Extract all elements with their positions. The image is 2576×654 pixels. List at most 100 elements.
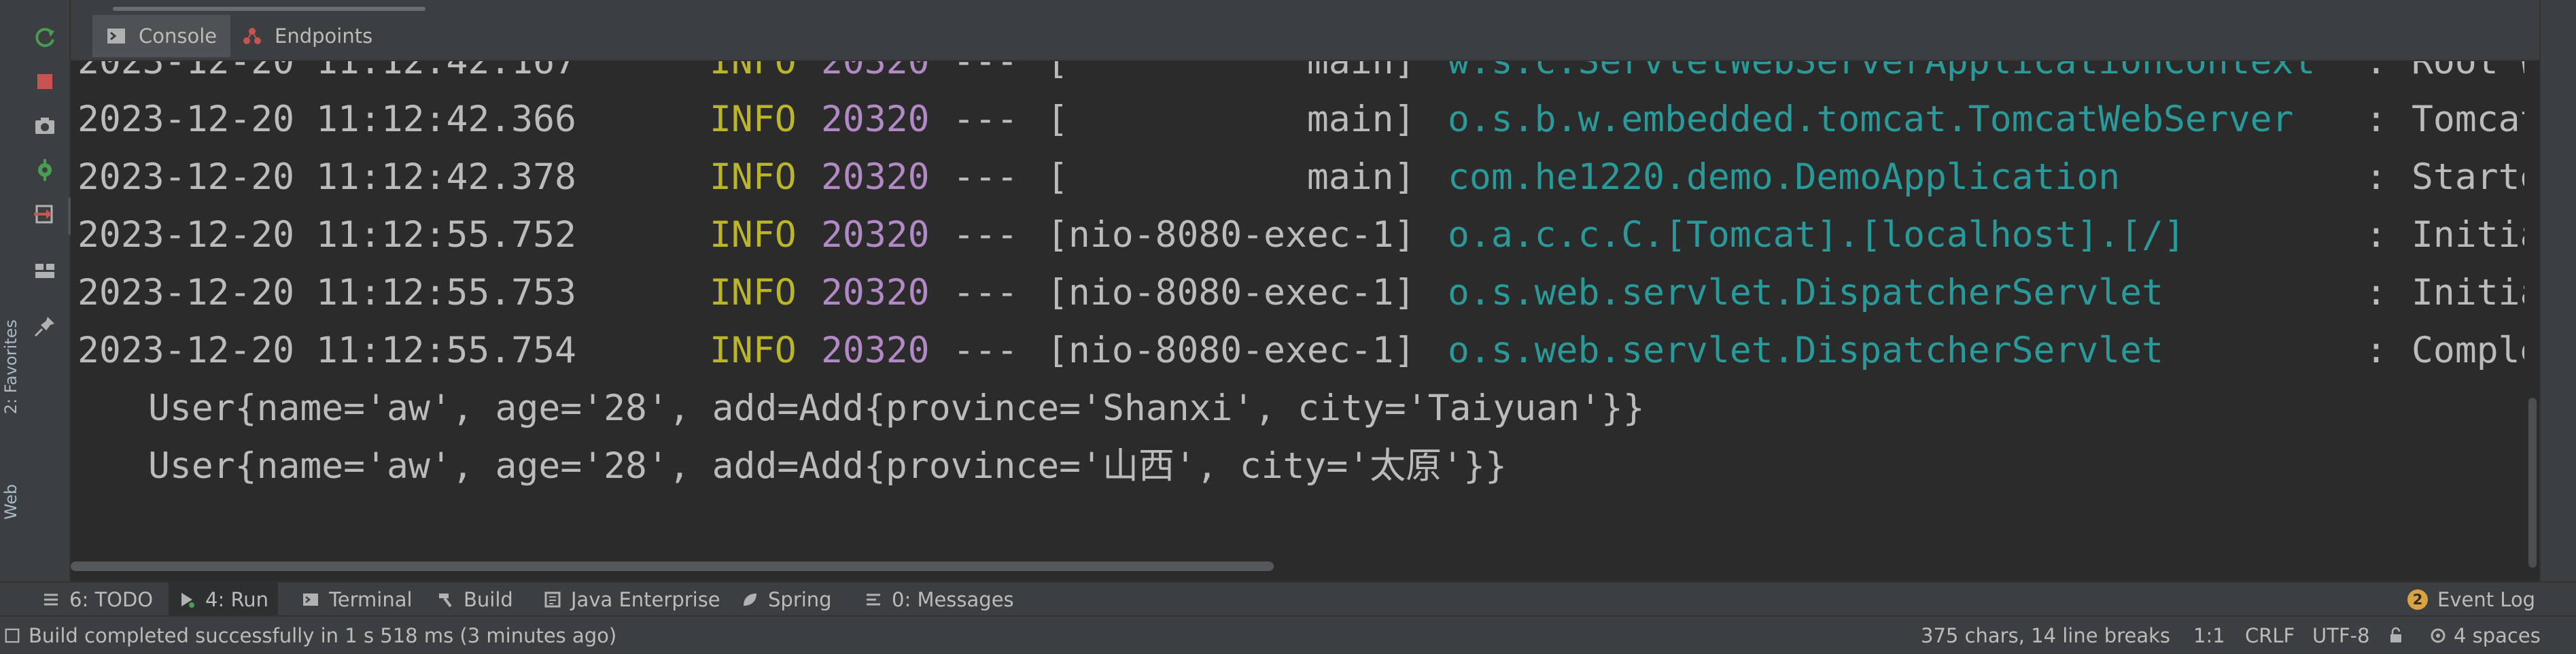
- stop-icon: [37, 74, 52, 89]
- log-logger: o.s.web.servlet.DispatcherServlet: [1448, 272, 2163, 313]
- log-message: Tomcat: [2412, 99, 2524, 140]
- line-separator[interactable]: CRLF: [2245, 617, 2295, 654]
- log-thread: [ main]: [1047, 99, 1416, 140]
- log-logger: com.he1220.demo.DemoApplication: [1448, 156, 2121, 198]
- log-colon: :: [2365, 156, 2387, 198]
- output-line: User{name='aw', age='28', add=Add{provin…: [148, 445, 1507, 487]
- log-sep: ---: [953, 156, 1018, 198]
- log-sep: ---: [953, 330, 1018, 371]
- caret-position[interactable]: 1:1: [2193, 617, 2225, 654]
- log-message: Root W: [2412, 61, 2524, 82]
- tab-spring[interactable]: Spring: [734, 583, 839, 617]
- log-pid: 20320: [821, 99, 930, 140]
- read-only-toggle[interactable]: [2387, 617, 2405, 654]
- rerun-button[interactable]: [19, 19, 71, 57]
- terminal-icon: [302, 591, 319, 608]
- status-message[interactable]: Build completed successfully in 1 s 518 …: [29, 617, 616, 654]
- log-timestamp: 2023-12-20 11:12:55.753: [77, 272, 576, 313]
- log-level: INFO: [710, 156, 797, 198]
- horizontal-scrollbar[interactable]: [71, 562, 2524, 575]
- status-toggle-button[interactable]: [4, 617, 20, 654]
- run-icon: [178, 591, 196, 608]
- exit-button[interactable]: [19, 195, 71, 233]
- horizontal-scroll-thumb[interactable]: [71, 562, 1274, 571]
- right-tool-stripe: [2539, 0, 2576, 581]
- event-log-button[interactable]: 2 Event Log: [2401, 583, 2542, 617]
- log-colon: :: [2365, 214, 2387, 256]
- debug-button[interactable]: [19, 151, 71, 189]
- bottom-tool-tabs: 6: TODO 4: Run Terminal Build Java Enter…: [0, 581, 2576, 617]
- indent-settings[interactable]: 4 spaces: [2429, 617, 2541, 654]
- square-icon: [5, 628, 20, 642]
- log-thread: [ main]: [1047, 61, 1416, 82]
- settings-icon: [2431, 628, 2446, 642]
- console-icon: [106, 26, 126, 46]
- tab-messages-label: 0: Messages: [892, 588, 1014, 611]
- dump-threads-button[interactable]: [19, 107, 71, 145]
- log-colon: :: [2365, 61, 2387, 82]
- tab-build-label: Build: [464, 588, 513, 611]
- event-log-count-badge: 2: [2407, 589, 2428, 610]
- console-output[interactable]: 2023-12-20 11:12:42.167 INFO 20320 --- [ mai…: [71, 61, 2524, 574]
- log-colon: :: [2365, 99, 2387, 140]
- layout-button[interactable]: [19, 252, 71, 290]
- log-thread: [nio-8080-exec-1]: [1047, 330, 1416, 371]
- camera-icon: [35, 118, 54, 134]
- file-encoding[interactable]: UTF-8: [2312, 617, 2370, 654]
- tab-run-label: 4: Run: [205, 588, 269, 611]
- log-level: INFO: [710, 272, 797, 313]
- log-timestamp: 2023-12-20 11:12:55.754: [77, 330, 576, 371]
- tab-build[interactable]: Build: [430, 583, 520, 617]
- log-logger: o.s.b.w.embedded.tomcat.TomcatWebServer: [1448, 99, 2294, 140]
- output-line: User{name='aw', age='28', add=Add{provin…: [148, 388, 1645, 429]
- layout-icon: [35, 264, 54, 278]
- log-level: INFO: [710, 214, 797, 256]
- tab-java-enterprise[interactable]: Java Enterprise: [537, 583, 727, 617]
- log-message: Initia: [2412, 272, 2524, 313]
- log-sep: ---: [953, 61, 1018, 82]
- log-level: INFO: [710, 99, 797, 140]
- debug-settings-icon: [38, 159, 52, 181]
- list-icon: [42, 591, 60, 608]
- tab-messages[interactable]: 0: Messages: [858, 583, 1021, 617]
- log-logger: o.a.c.c.C.[Tomcat].[localhost].[/]: [1448, 214, 2185, 256]
- title-bar-remnant: [113, 7, 425, 11]
- tab-run[interactable]: 4: Run: [169, 583, 279, 617]
- tab-console[interactable]: Console: [92, 15, 231, 57]
- log-pid: 20320: [821, 214, 930, 256]
- hammer-icon: [436, 591, 454, 608]
- indent-label: 4 spaces: [2454, 623, 2541, 647]
- tab-endpoints[interactable]: Endpoints: [228, 15, 386, 57]
- log-sep: ---: [953, 99, 1018, 140]
- tool-window-tab-bar: Console Endpoints: [71, 0, 2576, 61]
- tab-endpoints-label: Endpoints: [275, 24, 373, 48]
- endpoints-icon: [242, 26, 262, 46]
- pin-button[interactable]: [19, 307, 71, 345]
- log-timestamp: 2023-12-20 11:12:42.167: [77, 61, 576, 82]
- tab-terminal[interactable]: Terminal: [295, 583, 419, 617]
- log-sep: ---: [953, 214, 1018, 256]
- stop-button[interactable]: [19, 63, 71, 101]
- status-bar: Build completed successfully in 1 s 518 …: [0, 615, 2576, 654]
- tab-spring-label: Spring: [768, 588, 832, 611]
- vertical-scroll-thumb[interactable]: [2528, 398, 2537, 568]
- log-timestamp: 2023-12-20 11:12:42.366: [77, 99, 576, 140]
- log-message: Initia: [2412, 214, 2524, 256]
- vertical-scrollbar[interactable]: [2524, 61, 2539, 574]
- log-colon: :: [2365, 330, 2387, 371]
- log-pid: 20320: [821, 61, 930, 82]
- java-enterprise-icon: [544, 591, 561, 608]
- event-log-label: Event Log: [2437, 588, 2536, 611]
- tab-todo-label: 6: TODO: [69, 588, 154, 611]
- run-toolbar: [0, 0, 120, 581]
- log-thread: [ main]: [1047, 156, 1416, 198]
- tab-todo[interactable]: 6: TODO: [35, 583, 160, 617]
- log-pid: 20320: [821, 156, 930, 198]
- lock-icon: [2390, 627, 2401, 642]
- log-message: Starte: [2412, 156, 2524, 198]
- log-logger: w.s.c.ServletWebServerApplicationContext: [1448, 61, 2316, 82]
- log-colon: :: [2365, 272, 2387, 313]
- log-message: Comple: [2412, 330, 2524, 371]
- tab-java-enterprise-label: Java Enterprise: [571, 588, 720, 611]
- log-thread: [nio-8080-exec-1]: [1047, 214, 1416, 256]
